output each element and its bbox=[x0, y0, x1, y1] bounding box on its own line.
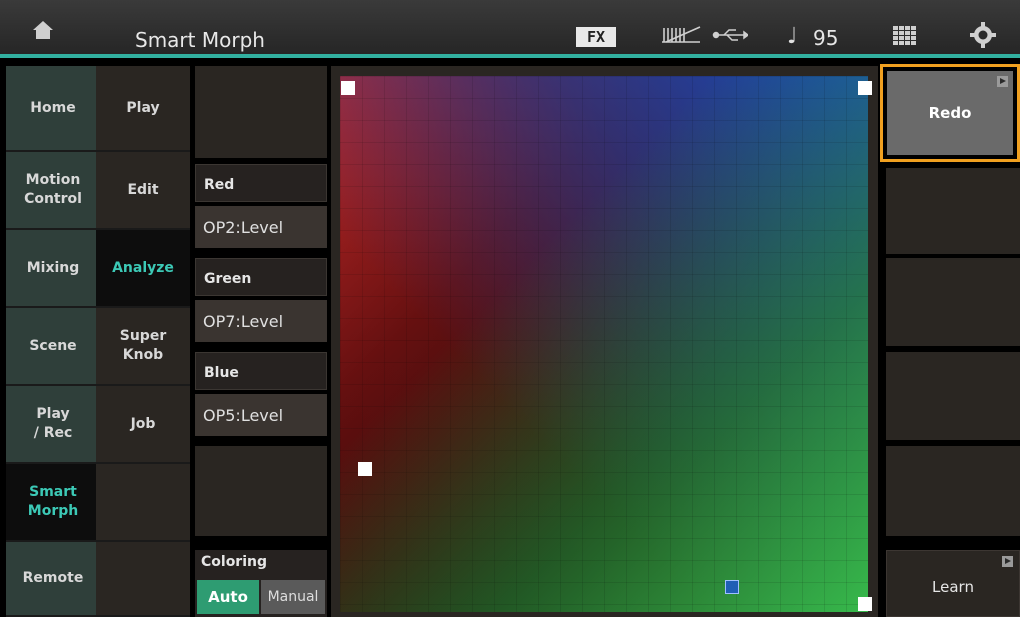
fx-indicator: FX bbox=[576, 27, 616, 47]
usb-icon bbox=[712, 29, 748, 41]
midi-icon bbox=[662, 26, 701, 43]
green-param-label: Green bbox=[195, 258, 327, 296]
tab-mixing[interactable]: Mixing bbox=[6, 230, 100, 308]
learn-label: Learn bbox=[932, 577, 974, 596]
home-button[interactable] bbox=[4, 12, 82, 48]
tab-home[interactable]: Home bbox=[6, 66, 100, 152]
red-param-value[interactable]: OP2:Level bbox=[195, 206, 327, 248]
tab-smart-morph[interactable]: Smart Morph bbox=[6, 464, 100, 542]
coloring-auto-button[interactable]: Auto bbox=[197, 580, 259, 614]
tab-empty-1 bbox=[96, 464, 190, 542]
tab-job[interactable]: Job bbox=[96, 386, 190, 464]
tab-super-knob[interactable]: Super Knob bbox=[96, 308, 190, 386]
green-param-value[interactable]: OP7:Level bbox=[195, 300, 327, 342]
empty-slot bbox=[886, 352, 1020, 440]
tab-empty-2 bbox=[96, 542, 190, 617]
morph-map[interactable] bbox=[340, 76, 868, 612]
empty-slot bbox=[195, 446, 327, 536]
tab-edit[interactable]: Edit bbox=[96, 152, 190, 230]
blue-param-label: Blue bbox=[195, 352, 327, 390]
redo-label: Redo bbox=[928, 104, 972, 122]
learn-button[interactable]: Learn bbox=[886, 550, 1020, 617]
play-indicator-icon bbox=[1002, 556, 1013, 567]
play-indicator-icon bbox=[997, 76, 1008, 87]
tab-play[interactable]: Play bbox=[96, 66, 190, 152]
gear-icon[interactable] bbox=[970, 22, 996, 48]
empty-slot bbox=[195, 66, 327, 158]
morph-cursor-marker[interactable] bbox=[725, 580, 739, 594]
morph-corner-marker[interactable] bbox=[341, 81, 355, 95]
blue-param-value[interactable]: OP5:Level bbox=[195, 394, 327, 436]
keyboard-grid-icon[interactable] bbox=[893, 26, 917, 46]
red-param-label: Red bbox=[195, 164, 327, 202]
quarter-note-icon: ♩ bbox=[787, 24, 798, 49]
tab-motion-control[interactable]: Motion Control bbox=[6, 152, 100, 230]
empty-slot bbox=[886, 446, 1020, 536]
home-icon bbox=[33, 21, 53, 39]
page-title: Smart Morph bbox=[135, 28, 265, 52]
tab-analyze[interactable]: Analyze bbox=[96, 230, 190, 308]
empty-slot bbox=[886, 258, 1020, 346]
tab-play-rec[interactable]: Play / Rec bbox=[6, 386, 100, 464]
redo-button[interactable]: Redo bbox=[887, 71, 1013, 155]
empty-slot bbox=[886, 168, 1020, 254]
morph-point-marker[interactable] bbox=[358, 462, 372, 476]
tab-scene[interactable]: Scene bbox=[6, 308, 100, 386]
tempo-value[interactable]: 95 bbox=[813, 26, 838, 50]
coloring-label: Coloring bbox=[201, 554, 268, 570]
morph-corner-marker[interactable] bbox=[858, 81, 872, 95]
coloring-manual-button[interactable]: Manual bbox=[261, 580, 325, 614]
top-bar: Smart Morph FX ♩ 95 bbox=[0, 0, 1020, 58]
morph-corner-marker[interactable] bbox=[858, 597, 872, 611]
tab-remote[interactable]: Remote bbox=[6, 542, 100, 617]
coloring-control: Coloring Auto Manual bbox=[195, 550, 327, 617]
